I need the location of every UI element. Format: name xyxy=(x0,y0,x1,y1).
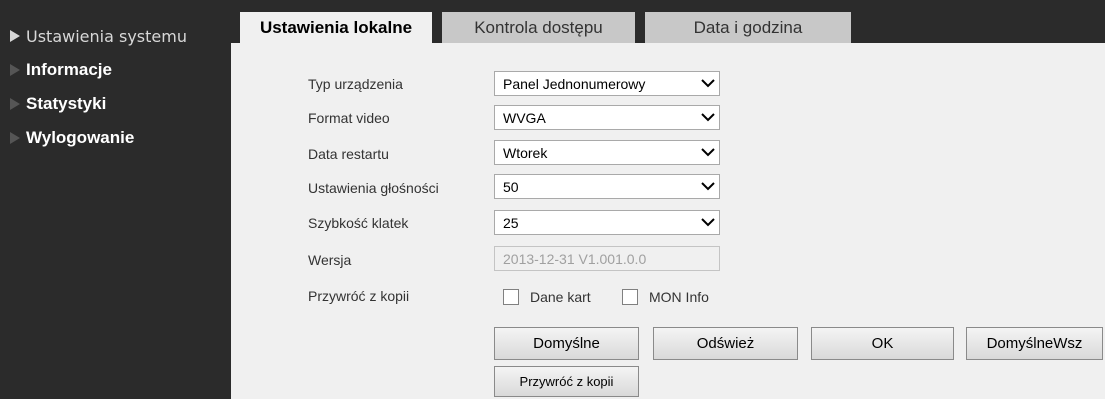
tab-date-time[interactable]: Data i godzina xyxy=(645,12,851,43)
device-type-label: Typ urządzenia xyxy=(308,76,403,92)
tab-local-settings[interactable]: Ustawienia lokalne xyxy=(240,12,432,43)
triangle-right-icon xyxy=(10,64,20,76)
card-data-checkbox-group[interactable]: Dane kart xyxy=(503,287,591,307)
frame-rate-value: 25 xyxy=(503,214,519,231)
sidebar-item-label: Informacje xyxy=(26,60,112,79)
restart-day-select[interactable]: Wtorek xyxy=(494,140,720,165)
volume-select[interactable]: 50 xyxy=(494,174,720,199)
volume-label: Ustawienia głośności xyxy=(308,180,439,196)
refresh-button[interactable]: Odśwież xyxy=(653,327,798,360)
sidebar-item-label: Statystyki xyxy=(26,94,107,113)
frame-rate-label: Szybkość klatek xyxy=(308,215,409,231)
version-field: 2013-12-31 V1.001.0.0 xyxy=(494,246,720,271)
chevron-down-icon xyxy=(697,106,719,129)
version-label: Wersja xyxy=(308,252,352,268)
restore-label: Przywróć z kopii xyxy=(308,288,410,304)
tab-bar: Ustawienia lokalne Kontrola dostępu Data… xyxy=(231,0,1105,43)
mon-info-checkbox[interactable] xyxy=(622,289,638,305)
sidebar: Ustawienia systemu Informacje Statystyki… xyxy=(0,0,231,399)
video-format-select[interactable]: WVGA xyxy=(494,105,720,130)
card-data-checkbox[interactable] xyxy=(503,289,519,305)
sidebar-item-label: Wylogowanie xyxy=(26,128,135,147)
chevron-down-icon xyxy=(697,72,719,95)
defaults-button[interactable]: Domyślne xyxy=(494,327,639,360)
restart-day-value: Wtorek xyxy=(503,144,548,161)
mon-info-checkbox-label: MON Info xyxy=(649,289,709,305)
sidebar-item-logout[interactable]: Wylogowanie xyxy=(10,127,134,149)
sidebar-item-system-settings[interactable]: Ustawienia systemu xyxy=(10,25,187,47)
triangle-right-icon xyxy=(10,132,20,144)
chevron-down-icon xyxy=(697,141,719,164)
main-panel: Ustawienia lokalne Kontrola dostępu Data… xyxy=(231,0,1105,399)
defaults-all-button[interactable]: DomyślneWsz xyxy=(966,327,1103,360)
triangle-right-icon xyxy=(10,98,20,110)
sidebar-item-label: Ustawienia systemu xyxy=(26,26,187,46)
volume-value: 50 xyxy=(503,178,519,195)
device-type-select[interactable]: Panel Jednonumerowy xyxy=(494,71,720,96)
restore-backup-button[interactable]: Przywróć z kopii xyxy=(494,366,639,397)
sidebar-item-information[interactable]: Informacje xyxy=(10,59,112,81)
video-format-value: WVGA xyxy=(503,109,546,126)
restart-day-label: Data restartu xyxy=(308,146,389,162)
ok-button[interactable]: OK xyxy=(811,327,954,360)
mon-info-checkbox-group[interactable]: MON Info xyxy=(622,287,709,307)
card-data-checkbox-label: Dane kart xyxy=(530,289,591,305)
triangle-right-icon xyxy=(10,30,20,42)
chevron-down-icon xyxy=(697,211,719,234)
tab-access-control[interactable]: Kontrola dostępu xyxy=(442,12,635,43)
sidebar-item-statistics[interactable]: Statystyki xyxy=(10,93,106,115)
device-type-value: Panel Jednonumerowy xyxy=(503,75,646,92)
frame-rate-select[interactable]: 25 xyxy=(494,210,720,235)
chevron-down-icon xyxy=(697,175,719,198)
video-format-label: Format video xyxy=(308,110,390,126)
